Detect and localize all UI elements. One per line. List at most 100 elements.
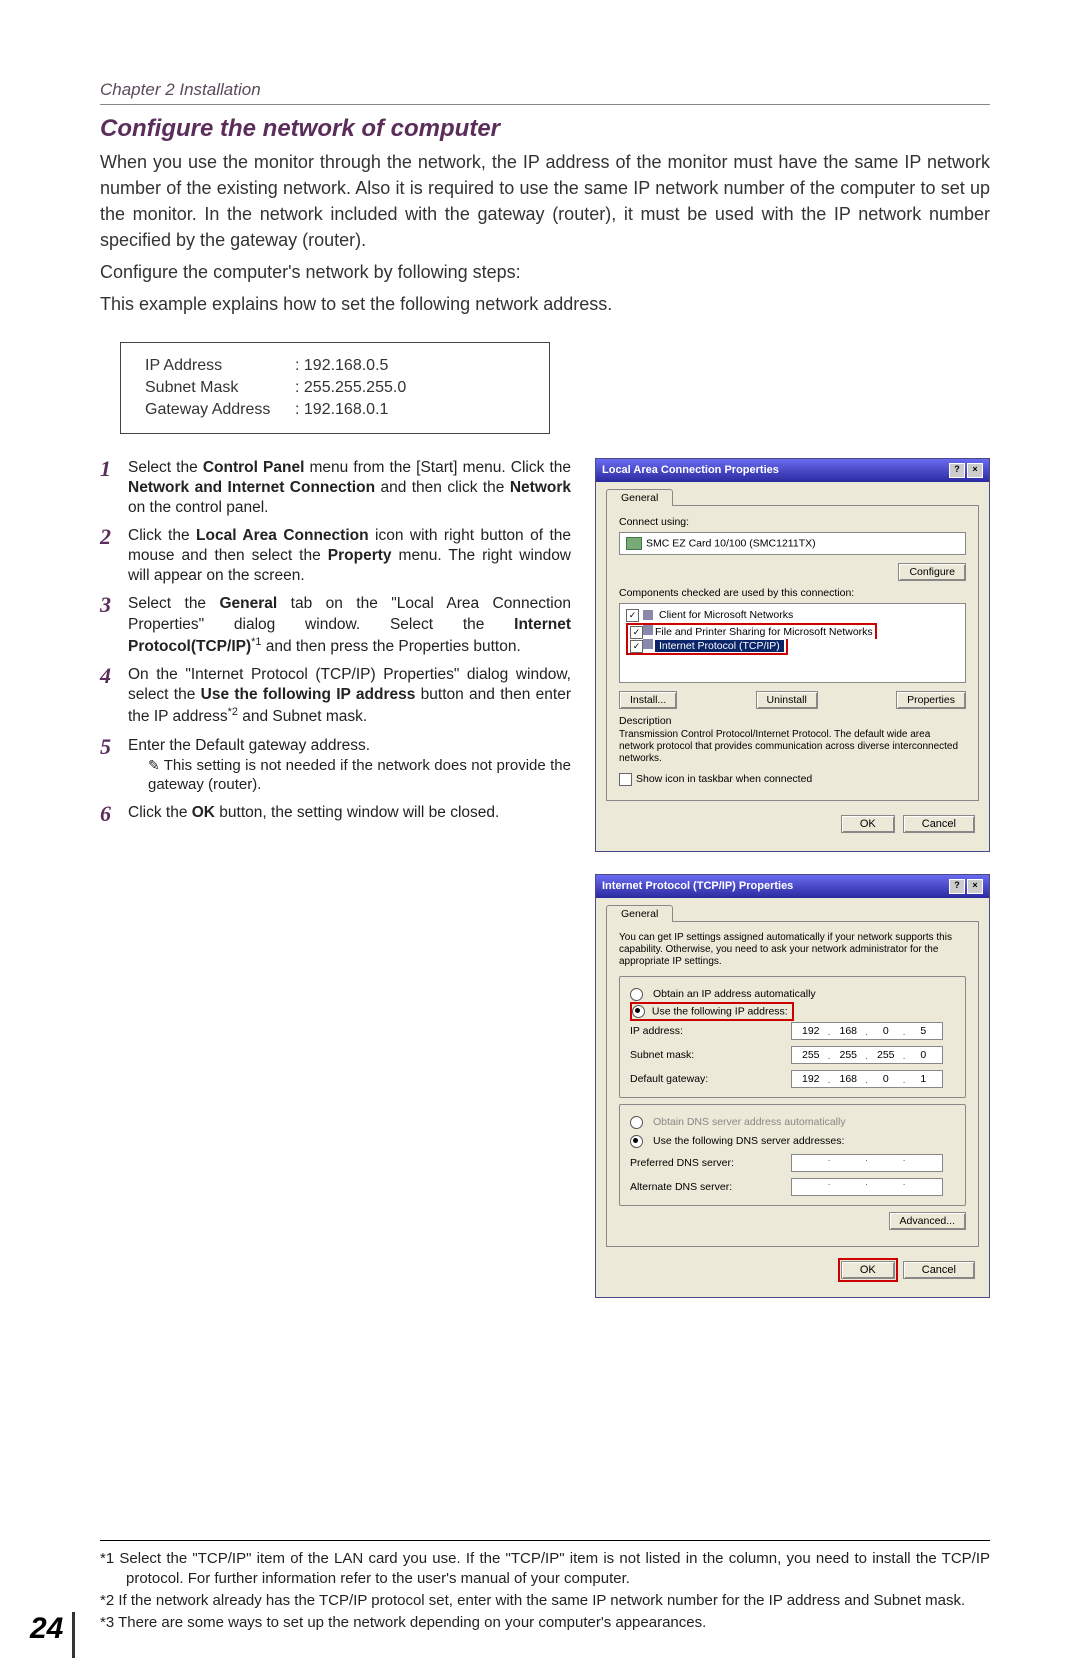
use-following-dns-label: Use the following DNS server addresses:: [653, 1135, 844, 1147]
tcpip-properties-dialog: Internet Protocol (TCP/IP) Properties ? …: [595, 874, 990, 1298]
intro-paragraph-3: This example explains how to set the fol…: [100, 291, 990, 317]
close-icon[interactable]: ×: [967, 879, 983, 894]
ip-address-row: IP address: 19216805: [630, 1019, 955, 1043]
footnote-separator: [100, 1540, 990, 1541]
cancel-button[interactable]: Cancel: [903, 815, 975, 833]
component-tcpip-highlight[interactable]: ✓ Internet Protocol (TCP/IP): [626, 639, 788, 655]
help-icon[interactable]: ?: [949, 879, 965, 894]
step-number: 3: [100, 591, 111, 620]
address-row: Subnet Mask : 255.255.255.0: [145, 377, 525, 399]
address-row: IP Address : 192.168.0.5: [145, 355, 525, 377]
radio-icon[interactable]: [632, 1005, 645, 1018]
default-gateway-row: Default gateway: 19216801: [630, 1067, 955, 1091]
tcpip-intro-text: You can get IP settings assigned automat…: [619, 932, 966, 968]
checkbox-icon[interactable]: ✓: [626, 609, 639, 622]
section-title: Configure the network of computer: [100, 115, 990, 143]
dialog-title: Local Area Connection Properties: [602, 464, 779, 476]
help-icon[interactable]: ?: [949, 463, 965, 478]
subnet-mask-row: Subnet mask: 2552552550: [630, 1043, 955, 1067]
dialog-titlebar: Local Area Connection Properties ? ×: [596, 459, 989, 482]
tab-general[interactable]: General: [606, 489, 673, 506]
ip-address-group: Obtain an IP address automatically Use t…: [619, 976, 966, 1098]
address-value: : 192.168.0.1: [295, 401, 388, 419]
intro-paragraph-2: Configure the computer's network by foll…: [100, 259, 990, 285]
radio-icon: [630, 1116, 643, 1129]
use-following-dns-row[interactable]: Use the following DNS server addresses:: [630, 1132, 955, 1151]
checkbox-icon[interactable]: ✓: [630, 640, 643, 653]
step-number: 2: [100, 523, 111, 552]
alternate-dns-label: Alternate DNS server:: [630, 1181, 785, 1193]
footnote-3: *3 There are some ways to set up the net…: [100, 1613, 990, 1633]
step-number: 6: [100, 800, 111, 829]
step-number: 4: [100, 662, 111, 691]
component-tcpip-selected: Internet Protocol (TCP/IP): [655, 640, 784, 652]
adapter-field: SMC EZ Card 10/100 (SMC1211TX): [619, 532, 966, 555]
cancel-button[interactable]: Cancel: [903, 1261, 975, 1279]
footnote-2: *2 If the network already has the TCP/IP…: [100, 1591, 990, 1611]
ok-button[interactable]: OK: [841, 815, 895, 833]
component-icon: [643, 639, 653, 649]
properties-button[interactable]: Properties: [896, 691, 966, 709]
page-number: 24: [30, 1612, 63, 1646]
default-gateway-field[interactable]: 19216801: [791, 1070, 943, 1088]
address-label: Subnet Mask: [145, 379, 295, 397]
close-icon[interactable]: ×: [967, 463, 983, 478]
checkbox-icon[interactable]: [619, 773, 632, 786]
checkbox-icon[interactable]: ✓: [630, 626, 643, 639]
component-file-print-highlight: ✓File and Printer Sharing for Microsoft …: [626, 623, 877, 639]
preferred-dns-row: Preferred DNS server:: [630, 1151, 955, 1175]
radio-icon[interactable]: [630, 1135, 643, 1148]
adapter-name: SMC EZ Card 10/100 (SMC1211TX): [646, 537, 816, 549]
local-area-connection-properties-dialog: Local Area Connection Properties ? × Gen…: [595, 458, 990, 852]
configure-button[interactable]: Configure: [898, 563, 966, 581]
ok-button-highlight[interactable]: OK: [841, 1261, 895, 1279]
address-label: IP Address: [145, 357, 295, 375]
step-number: 5: [100, 733, 111, 762]
chapter-header: Chapter 2 Installation: [100, 80, 990, 105]
component-icon: [643, 610, 653, 620]
footnote-1: *1 Select the "TCP/IP" item of the LAN c…: [100, 1549, 990, 1590]
radio-icon[interactable]: [630, 988, 643, 1001]
address-value: : 255.255.255.0: [295, 379, 406, 397]
address-row: Gateway Address : 192.168.0.1: [145, 399, 525, 421]
address-label: Gateway Address: [145, 401, 295, 419]
components-label: Components checked are used by this conn…: [619, 587, 966, 599]
step-4: 4 On the "Internet Protocol (TCP/IP) Pro…: [100, 665, 571, 728]
show-icon-checkbox-row[interactable]: Show icon in taskbar when connected: [619, 773, 966, 786]
dns-group: Obtain DNS server address automatically …: [619, 1104, 966, 1206]
dialog-titlebar: Internet Protocol (TCP/IP) Properties ? …: [596, 875, 989, 898]
component-icon: [643, 625, 653, 635]
connect-using-label: Connect using:: [619, 516, 966, 528]
step-1: 1 Select the Control Panel menu from the…: [100, 458, 571, 518]
step-5: 5 Enter the Default gateway address. ✎Th…: [100, 736, 571, 795]
subnet-mask-label: Subnet mask:: [630, 1049, 785, 1061]
address-example-box: IP Address : 192.168.0.5 Subnet Mask : 2…: [120, 342, 550, 434]
advanced-button[interactable]: Advanced...: [889, 1212, 966, 1230]
alternate-dns-field[interactable]: [791, 1178, 943, 1196]
description-text: Transmission Control Protocol/Internet P…: [619, 729, 966, 765]
component-client[interactable]: ✓Client for Microsoft Networks: [626, 608, 959, 623]
preferred-dns-field[interactable]: [791, 1154, 943, 1172]
components-list[interactable]: ✓Client for Microsoft Networks ✓File and…: [619, 603, 966, 683]
show-icon-label: Show icon in taskbar when connected: [636, 773, 812, 785]
obtain-dns-auto-row: Obtain DNS server address automatically: [630, 1113, 955, 1132]
obtain-dns-auto-label: Obtain DNS server address automatically: [653, 1116, 846, 1128]
subnet-mask-field[interactable]: 2552552550: [791, 1046, 943, 1064]
intro-paragraph-1: When you use the monitor through the net…: [100, 149, 990, 253]
install-button[interactable]: Install...: [619, 691, 677, 709]
uninstall-button[interactable]: Uninstall: [756, 691, 818, 709]
default-gateway-label: Default gateway:: [630, 1073, 785, 1085]
tab-general[interactable]: General: [606, 905, 673, 922]
step-3: 3 Select the General tab on the "Local A…: [100, 594, 571, 657]
description-heading: Description: [619, 715, 966, 727]
pencil-icon: ✎: [148, 757, 160, 773]
use-following-ip-highlight: Use the following IP address:: [630, 1002, 794, 1021]
obtain-ip-auto-label: Obtain an IP address automatically: [653, 988, 816, 1000]
use-following-ip-label: Use the following IP address:: [652, 1005, 788, 1017]
dialog-title: Internet Protocol (TCP/IP) Properties: [602, 880, 793, 892]
alternate-dns-row: Alternate DNS server:: [630, 1175, 955, 1199]
adapter-icon: [626, 537, 642, 550]
ip-address-field[interactable]: 19216805: [791, 1022, 943, 1040]
step-list: 1 Select the Control Panel menu from the…: [100, 458, 571, 823]
address-value: : 192.168.0.5: [295, 357, 388, 375]
